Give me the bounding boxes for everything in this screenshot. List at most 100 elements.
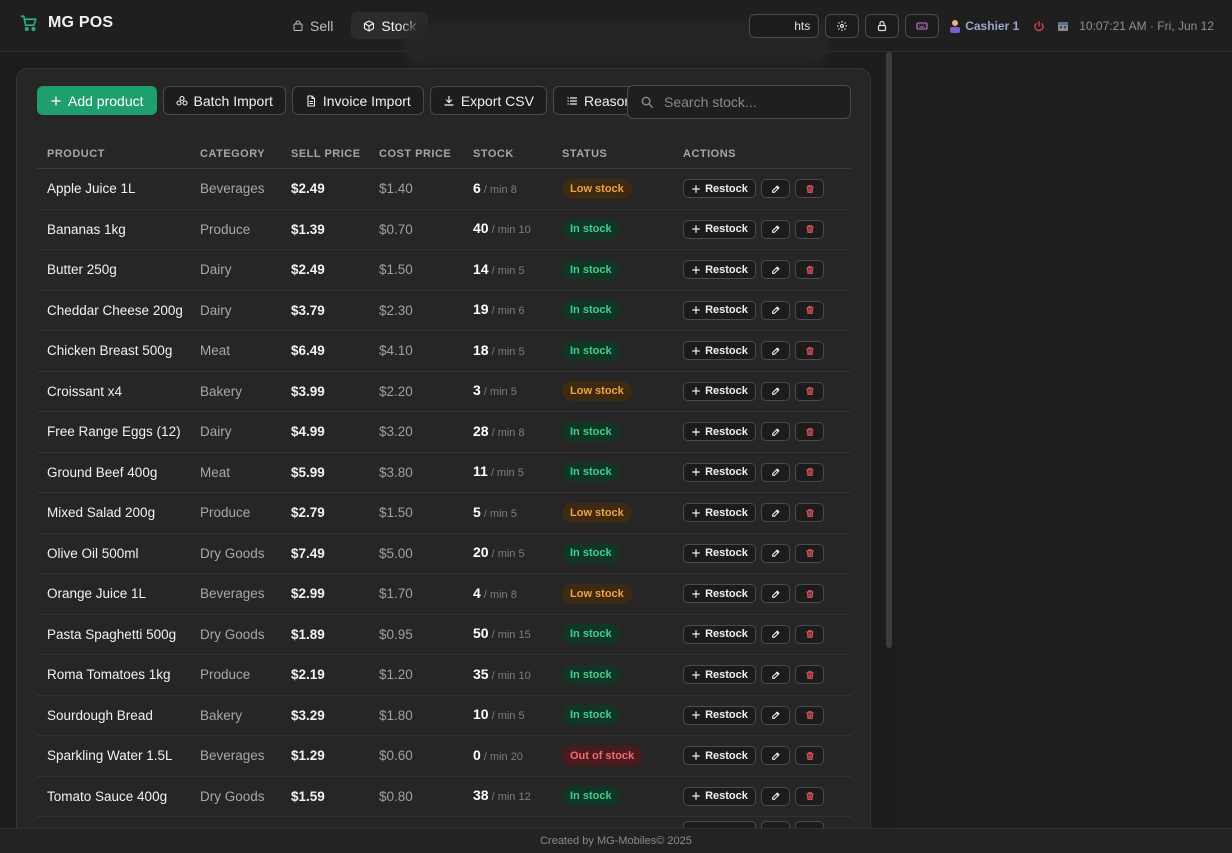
edit-button[interactable] [761,503,790,523]
table-row[interactable]: Mixed Salad 200g Produce $2.79 $1.50 5/ min … [37,493,851,534]
edit-button[interactable] [761,300,790,320]
power-icon[interactable] [1033,20,1045,32]
table-row[interactable]: Apple Juice 1L Beverages $2.49 $1.40 6/ min … [37,169,851,210]
edit-button[interactable] [761,786,790,806]
delete-button[interactable] [795,665,824,685]
trash-icon [805,751,814,760]
table-row[interactable]: Cheddar Cheese 200g Dairy $3.79 $2.30 19/ mi… [37,291,851,331]
restock-button[interactable]: Restock [683,179,756,199]
plus-icon [692,630,701,639]
header-stock[interactable]: STOCK [473,148,562,160]
header-category[interactable]: CATEGORY [200,148,291,160]
restock-button[interactable]: Restock [683,665,756,685]
cashier-indicator[interactable]: Cashier 1 [949,19,1019,33]
header-sell-price[interactable]: SELL PRICE [291,148,379,160]
edit-button[interactable] [761,584,790,604]
edit-button[interactable] [761,624,790,644]
table-row[interactable]: Butter 250g Dairy $2.49 $1.50 14/ min 5 In st… [37,250,851,291]
edit-button[interactable] [761,219,790,239]
table-row[interactable]: Sourdough Bread Bakery $3.29 $1.80 10/ min 5… [37,696,851,736]
lock-icon [878,20,887,32]
delete-button[interactable] [795,462,824,482]
stock-quantity: 20 [473,544,489,561]
delete-button[interactable] [795,624,824,644]
table-row[interactable]: Roma Tomatoes 1kg Produce $2.19 $1.20 35/ mi… [37,655,851,696]
restock-button[interactable]: Restock [683,260,756,280]
restock-button[interactable]: Restock [683,543,756,563]
delete-button[interactable] [795,219,824,239]
delete-button[interactable] [795,381,824,401]
edit-button[interactable] [761,422,790,442]
keyboard-button[interactable] [905,14,940,38]
edit-button[interactable] [761,179,790,199]
table-row[interactable]: Tomato Sauce 400g Dry Goods $1.59 $0.80 38/ … [37,777,851,817]
trash-icon [805,589,814,598]
restock-button[interactable]: Restock [683,422,756,442]
plus-icon [692,792,701,801]
delete-button[interactable] [795,543,824,563]
invoice-import-button[interactable]: Invoice Import [291,86,424,115]
cell-actions: Restock [673,219,851,239]
restock-button[interactable]: Restock [683,624,756,644]
restock-button[interactable]: Restock [683,786,756,806]
trash-icon [805,387,814,396]
add-product-button[interactable]: Add product [37,86,157,115]
box-icon [364,19,375,32]
edit-button[interactable] [761,381,790,401]
table-row[interactable]: Pasta Spaghetti 500g Dry Goods $1.89 $0.95 5… [37,615,851,655]
cell-status: In stock [562,786,673,807]
delete-button[interactable] [795,786,824,806]
restock-button[interactable]: Restock [683,705,756,725]
edit-button[interactable] [761,543,790,563]
edit-button[interactable] [761,341,790,361]
delete-button[interactable] [795,179,824,199]
delete-button[interactable] [795,705,824,725]
table-row[interactable]: Croissant x4 Bakery $3.99 $2.20 3/ min 5 Low … [37,372,851,412]
tab-sell[interactable]: Sell [280,12,345,39]
restock-button[interactable]: Restock [683,341,756,361]
cell-stock: 11/ min 5 [473,463,562,481]
table-row[interactable]: Ground Beef 400g Meat $5.99 $3.80 11/ min 5I… [37,453,851,493]
search-input[interactable] [664,94,834,110]
cell-product: Croissant x4 [47,383,123,399]
edit-button[interactable] [761,665,790,685]
edit-button[interactable] [761,462,790,482]
batch-import-button[interactable]: Batch Import [162,86,286,115]
edit-button[interactable] [761,260,790,280]
edit-button[interactable] [761,746,790,766]
table-row[interactable]: Sparkling Water 1.5L Beverages $1.29 $0.60 0… [37,736,851,777]
lock-button[interactable] [865,14,900,38]
delete-button[interactable] [795,422,824,442]
edit-button[interactable] [761,705,790,725]
header-cost-price[interactable]: COST PRICE [379,148,473,160]
delete-button[interactable] [795,260,824,280]
table-row[interactable]: Orange Juice 1L Beverages $2.99 $1.70 4/ min… [37,574,851,615]
delete-button[interactable] [795,300,824,320]
scrollbar[interactable] [886,52,892,648]
restock-button[interactable]: Restock [683,503,756,523]
table-row[interactable]: Free Range Eggs (12) Dairy $4.99 $3.20 28/ m… [37,412,851,453]
settings-button[interactable] [825,14,860,38]
header-product[interactable]: PRODUCT [37,148,200,160]
delete-button[interactable] [795,584,824,604]
restock-button[interactable]: Restock [683,219,756,239]
restock-button[interactable]: Restock [683,584,756,604]
delete-button[interactable] [795,341,824,361]
table-row[interactable]: Bananas 1kg Produce $1.39 $0.70 40/ min 10 In… [37,210,851,250]
delete-button[interactable] [795,503,824,523]
export-csv-label: Export CSV [460,92,534,109]
brand[interactable]: MG POS [20,14,113,32]
delete-button[interactable] [795,746,824,766]
table-row[interactable]: Olive Oil 500ml Dry Goods $7.49 $5.00 20/ mi… [37,534,851,574]
table-row[interactable]: Chicken Breast 500g Meat $6.49 $4.10 18/ min… [37,331,851,372]
partial-button[interactable]: hts [749,14,820,38]
restock-button[interactable]: Restock [683,462,756,482]
status-badge: In stock [562,543,620,564]
restock-button[interactable]: Restock [683,381,756,401]
cell-status: In stock [562,705,673,726]
status-badge: Low stock [562,583,632,604]
restock-button[interactable]: Restock [683,746,756,766]
restock-button[interactable]: Restock [683,300,756,320]
export-csv-button[interactable]: Export CSV [429,86,547,115]
header-status[interactable]: STATUS [562,148,673,160]
